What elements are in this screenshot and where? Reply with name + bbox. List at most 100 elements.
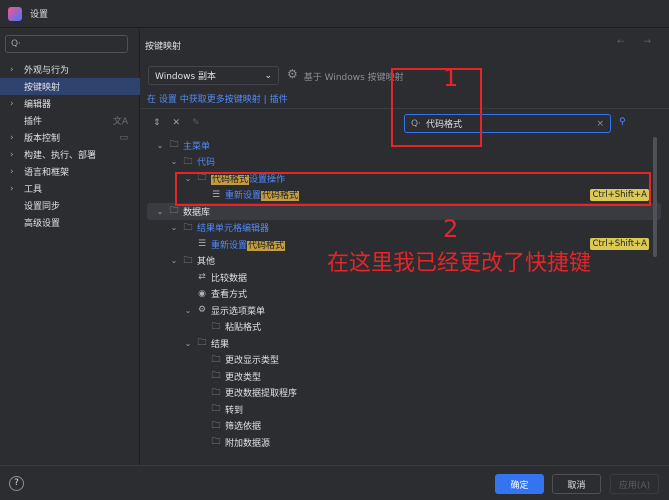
tree-row[interactable]: ⌄ 🗀 结果单元格编辑器 — [147, 220, 661, 237]
eye-icon: ◉ — [198, 288, 206, 299]
tree-row[interactable]: 🗀 更改类型 — [147, 368, 661, 385]
nav-arrows[interactable]: ← → — [617, 37, 659, 47]
row-label: 粘贴格式 — [225, 320, 261, 333]
scrollbar[interactable] — [653, 137, 657, 257]
sidebar-item[interactable]: › 语言和框架 — [0, 163, 140, 180]
row-label: 更改类型 — [225, 370, 261, 383]
sidebar-item[interactable]: › 外观与行为 — [0, 61, 140, 78]
sidebar-item-label: 外观与行为 — [24, 66, 70, 76]
sidebar-item[interactable]: 高级设置 — [0, 214, 140, 231]
chevron-icon[interactable]: ⌄ — [167, 256, 181, 265]
plugins-link[interactable]: 插件 — [270, 95, 288, 105]
folder-icon: 🗀 — [211, 371, 221, 382]
find-shortcut-icon[interactable]: ⚲ — [619, 117, 626, 127]
row-label: 显示选项菜单 — [211, 304, 265, 317]
sidebar-item[interactable]: 设置同步 — [0, 197, 140, 214]
chevron-icon[interactable]: ⌄ — [153, 141, 167, 150]
chevron-right-icon: › — [10, 64, 14, 75]
chevron-right-icon: › — [10, 98, 14, 109]
cancel-button[interactable]: 取消 — [552, 474, 601, 494]
row-label: 附加数据源 — [225, 436, 270, 447]
chevron-right-icon: › — [10, 149, 14, 160]
sidebar-item[interactable]: › 编辑器 — [0, 95, 140, 112]
sidebar: Q· › 外观与行为按键映射 › 编辑器插件 文A › 版本控制 ▭ › 构建、执行、部署 › 语言和… — [0, 29, 140, 465]
label-part: 查看方式 — [211, 290, 248, 301]
sidebar-item[interactable]: 插件 文A — [0, 112, 140, 129]
tree-row[interactable]: ⌄ 🗀 代码 — [147, 154, 661, 171]
sidebar-item-label: 编辑器 — [24, 100, 52, 110]
row-label: 更改数据提取程序 — [225, 386, 297, 399]
label-part: 其他 — [197, 257, 216, 268]
sidebar-item[interactable]: › 版本控制 ▭ — [0, 129, 140, 146]
sidebar-item[interactable]: › 构建、执行、部署 — [0, 146, 140, 163]
annotation-box-2 — [175, 172, 651, 206]
collapse-all-icon[interactable]: ✕ — [173, 118, 181, 128]
label-part: 结果单元格编辑器 — [197, 224, 270, 235]
edit-icon[interactable]: ✎ — [192, 118, 200, 128]
label-part: 比较数据 — [211, 273, 248, 284]
tree-row[interactable]: ⌄ 🗀 结果 — [147, 335, 661, 352]
label-part: 显示选项菜单 — [211, 306, 266, 317]
sidebar-item[interactable]: › 工具 — [0, 180, 140, 197]
sidebar-item-label: 设置同步 — [24, 202, 61, 212]
apply-button[interactable]: 应用(A) — [610, 474, 659, 494]
based-on-label: 基于 Windows 按键映射 — [303, 73, 404, 83]
annotation-note: 在这里我已经更改了快捷键 — [327, 251, 592, 276]
annotation-box-1 — [391, 68, 482, 147]
footer: ? 确定 取消 应用(A) — [0, 465, 669, 500]
label-part: 数据库 — [183, 207, 211, 218]
compare-icon: ⇄ — [198, 272, 206, 283]
row-label: 比较数据 — [211, 271, 247, 284]
chevron-icon[interactable]: ⌄ — [181, 306, 195, 315]
ok-button[interactable]: 确定 — [495, 474, 544, 494]
help-button[interactable]: ? — [9, 476, 24, 491]
row-label: 数据库 — [183, 205, 210, 218]
chevron-right-icon: › — [10, 183, 14, 194]
tree-row[interactable]: ⌄ ⚙ 显示选项菜单 — [147, 302, 661, 319]
tree-row[interactable]: 🗀 转到 — [147, 401, 661, 418]
clear-icon[interactable]: × — [596, 119, 604, 129]
label-part: 附加数据源 — [225, 438, 271, 447]
folder-icon: 🗀 — [211, 354, 221, 365]
row-label: 重新设置代码格式 — [211, 238, 286, 251]
sidebar-item-badge-icon: 文A — [112, 117, 128, 127]
chevron-icon[interactable]: ⌄ — [167, 223, 181, 232]
chevron-right-icon: › — [10, 166, 14, 177]
sidebar-item[interactable]: 按键映射 — [0, 78, 140, 95]
tree-row[interactable]: 🗀 筛选依据 — [147, 418, 661, 435]
chevron-down-icon: ⌄ — [264, 70, 272, 81]
tree-row[interactable]: 🗀 附加数据源 — [147, 434, 661, 447]
tree-row[interactable]: ◉ 查看方式 — [147, 286, 661, 303]
sidebar-item-label: 工具 — [24, 185, 43, 195]
expand-all-icon[interactable]: ⇕ — [153, 118, 161, 128]
tree-row[interactable]: 🗀 粘贴格式 — [147, 319, 661, 336]
settings-search-input[interactable]: Q· — [5, 35, 128, 53]
label-part: 更改类型 — [225, 372, 262, 383]
keymap-select[interactable]: Windows 副本 ⌄ — [148, 66, 279, 85]
folder-icon: 🗀 — [183, 156, 193, 167]
label-part: 代码 — [197, 158, 216, 169]
label-part: 转到 — [225, 405, 244, 416]
chevron-icon[interactable]: ⌄ — [167, 157, 181, 166]
row-label: 查看方式 — [211, 287, 247, 300]
row-label: 更改显示类型 — [225, 353, 279, 366]
gear-icon[interactable]: ⚙ — [287, 67, 298, 83]
label-part: 重新设置 — [211, 240, 248, 251]
chevron-icon[interactable]: ⌄ — [181, 339, 195, 348]
links-middle: 中获取更多按键映射 — [179, 95, 261, 105]
sidebar-item-label: 按键映射 — [24, 83, 61, 93]
tree-row[interactable]: 🗀 更改数据提取程序 — [147, 385, 661, 402]
settings-link[interactable]: 设置 — [159, 95, 177, 105]
tree-row[interactable]: 🗀 更改显示类型 — [147, 352, 661, 369]
links-prefix: 在 — [147, 95, 157, 105]
folder-icon: 🗀 — [169, 140, 179, 151]
folder-icon: 🗀 — [183, 222, 193, 233]
folder-icon: 🗀 — [183, 255, 193, 266]
annotation-number-1: 1 — [443, 64, 459, 92]
label-part: 代码格式 — [247, 240, 286, 251]
row-label: 转到 — [225, 403, 243, 416]
get-keymaps-links: 在 设置 中获取更多按键映射 | 插件 — [147, 92, 288, 105]
chevron-icon[interactable]: ⌄ — [153, 207, 167, 216]
annotation-number-2: 2 — [443, 215, 459, 243]
row-label: 筛选依据 — [225, 419, 261, 432]
